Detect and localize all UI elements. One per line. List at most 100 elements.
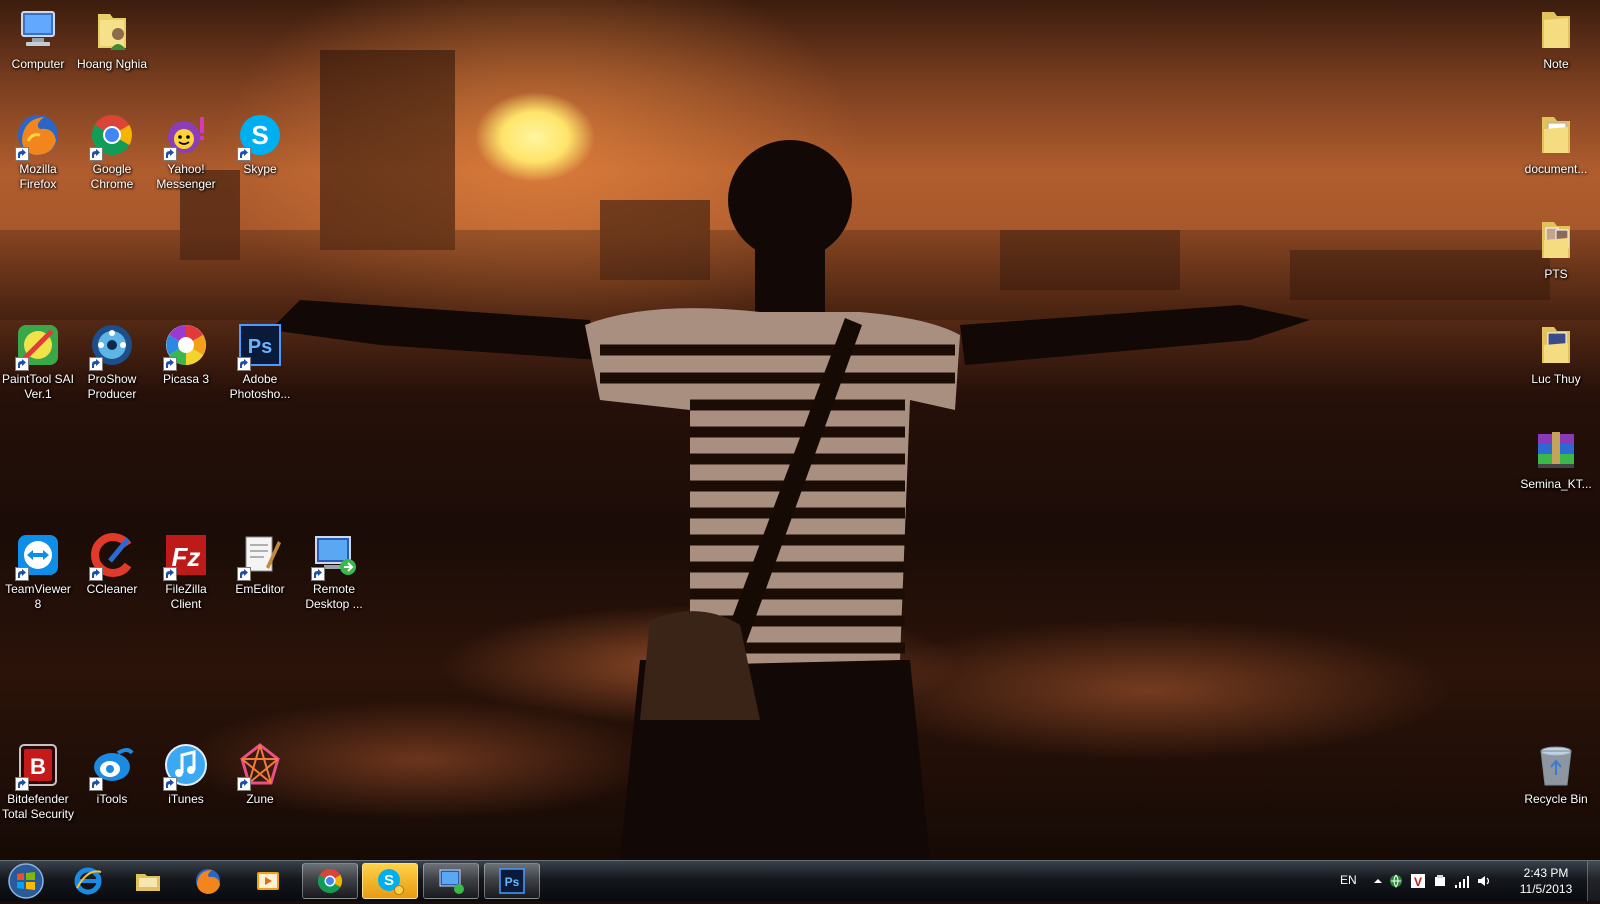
filezilla-label: FileZilla Client bbox=[165, 582, 207, 611]
taskbar-remote-desktop[interactable] bbox=[423, 863, 479, 899]
itunes-icon bbox=[161, 741, 211, 791]
filezilla-shortcut[interactable]: Fz FileZilla Client bbox=[148, 525, 224, 612]
safely-remove-hardware-icon[interactable] bbox=[1432, 873, 1448, 889]
shortcut-arrow-icon bbox=[237, 357, 251, 371]
video-folder-icon bbox=[1531, 321, 1581, 369]
recycle-bin[interactable]: Recycle Bin bbox=[1518, 735, 1594, 807]
painttool-sai-shortcut[interactable]: PaintTool SAI Ver.1 bbox=[0, 315, 76, 402]
semina-label: Semina_KT... bbox=[1520, 477, 1592, 491]
shortcut-arrow-icon bbox=[237, 777, 251, 791]
bitdefender-shortcut[interactable]: B Bitdefender Total Security bbox=[0, 735, 76, 822]
shortcut-arrow-icon bbox=[163, 567, 177, 581]
itools-shortcut[interactable]: iTools bbox=[74, 735, 150, 807]
ccleaner-icon bbox=[87, 531, 137, 581]
note-folder[interactable]: Note bbox=[1518, 0, 1594, 72]
yahoo-messenger-shortcut[interactable]: Yahoo! Messenger bbox=[148, 105, 224, 192]
emeditor-shortcut[interactable]: EmEditor bbox=[222, 525, 298, 597]
itools-icon bbox=[87, 741, 137, 791]
shortcut-arrow-icon bbox=[89, 777, 103, 791]
skype-icon: S bbox=[378, 869, 404, 895]
recycle-bin-label: Recycle Bin bbox=[1524, 792, 1588, 806]
show-desktop-button[interactable] bbox=[1587, 861, 1600, 901]
hoang-nghia-folder[interactable]: Hoang Nghia bbox=[74, 0, 150, 72]
svg-text:V: V bbox=[1414, 875, 1422, 889]
taskbar-firefox[interactable] bbox=[180, 863, 236, 899]
pts-folder[interactable]: PTS bbox=[1518, 210, 1594, 282]
start-button[interactable] bbox=[6, 863, 46, 899]
remote-desktop-shortcut[interactable]: Remote Desktop ... bbox=[296, 525, 372, 612]
itools-label: iTools bbox=[96, 792, 128, 806]
yahoo-messenger-label: Yahoo! Messenger bbox=[156, 162, 216, 191]
teamviewer-label: TeamViewer 8 bbox=[5, 582, 71, 611]
taskbar-skype[interactable]: S bbox=[362, 863, 418, 899]
firefox-shortcut[interactable]: Mozilla Firefox bbox=[0, 105, 76, 192]
volume-icon[interactable] bbox=[1476, 873, 1492, 889]
documents-label: document... bbox=[1524, 162, 1588, 176]
skype-shortcut[interactable]: S Skype bbox=[222, 105, 298, 177]
firefox-icon bbox=[13, 111, 63, 161]
language-indicator[interactable]: EN bbox=[1340, 873, 1357, 887]
chrome-shortcut[interactable]: Google Chrome bbox=[74, 105, 150, 192]
shortcut-arrow-icon bbox=[15, 567, 29, 581]
zune-label: Zune bbox=[246, 792, 274, 806]
documents-folder[interactable]: document... bbox=[1518, 105, 1594, 177]
proshow-producer-label: ProShow Producer bbox=[87, 372, 137, 401]
emeditor-label: EmEditor bbox=[235, 582, 285, 596]
computer-label: Computer bbox=[11, 57, 65, 71]
clock-time: 2:43 PM bbox=[1523, 866, 1569, 880]
shortcut-arrow-icon bbox=[237, 147, 251, 161]
shortcut-arrow-icon bbox=[163, 777, 177, 791]
picasa-shortcut[interactable]: Picasa 3 bbox=[148, 315, 224, 387]
folder-icon bbox=[1531, 6, 1581, 54]
shortcut-arrow-icon bbox=[163, 147, 177, 161]
photoshop-label: Adobe Photosho... bbox=[229, 372, 291, 401]
zune-icon bbox=[235, 741, 285, 791]
teamviewer-icon bbox=[13, 531, 63, 581]
taskbar-internet-explorer[interactable] bbox=[60, 863, 116, 899]
svg-text:S: S bbox=[384, 872, 394, 889]
recycle-bin-icon bbox=[1531, 741, 1581, 789]
svg-text:Ps: Ps bbox=[248, 336, 272, 358]
remote-desktop-icon bbox=[439, 869, 464, 894]
shortcut-arrow-icon bbox=[15, 777, 29, 791]
antivirus-v-icon[interactable]: V bbox=[1410, 873, 1426, 889]
taskbar: S Ps EN V 2:43 PM 11/5/2013 bbox=[0, 860, 1600, 901]
windows-explorer-icon bbox=[136, 874, 160, 891]
signal-strength-icon[interactable] bbox=[1454, 873, 1470, 889]
zune-shortcut[interactable]: Zune bbox=[222, 735, 298, 807]
shortcut-arrow-icon bbox=[89, 357, 103, 371]
itunes-shortcut[interactable]: iTunes bbox=[148, 735, 224, 807]
bitdefender-label: Bitdefender Total Security bbox=[1, 792, 75, 821]
chrome-icon bbox=[87, 111, 137, 161]
shortcut-arrow-icon bbox=[15, 357, 29, 371]
ccleaner-shortcut[interactable]: CCleaner bbox=[74, 525, 150, 597]
show-hidden-icons-icon[interactable] bbox=[1370, 873, 1386, 889]
photoshop-icon: Ps bbox=[235, 321, 285, 371]
bitdefender-icon: B bbox=[13, 741, 63, 791]
hoang-nghia-label: Hoang Nghia bbox=[76, 57, 148, 71]
media-player-icon bbox=[257, 872, 279, 890]
teamviewer-shortcut[interactable]: TeamViewer 8 bbox=[0, 525, 76, 612]
shortcut-arrow-icon bbox=[15, 147, 29, 161]
clock[interactable]: 2:43 PM 11/5/2013 bbox=[1506, 865, 1586, 897]
internet-explorer-icon bbox=[74, 867, 102, 895]
taskbar-windows-explorer[interactable] bbox=[120, 863, 176, 899]
luc-thuy-folder[interactable]: Luc Thuy bbox=[1518, 315, 1594, 387]
painttool-sai-icon bbox=[13, 321, 63, 371]
chrome-icon bbox=[317, 869, 343, 894]
taskbar-chrome[interactable] bbox=[302, 863, 358, 899]
photoshop-shortcut[interactable]: Ps Adobe Photosho... bbox=[222, 315, 298, 402]
svg-text:B: B bbox=[30, 754, 46, 779]
windows-logo-icon bbox=[8, 863, 44, 899]
svg-text:Ps: Ps bbox=[505, 875, 520, 889]
taskbar-media-player[interactable] bbox=[240, 863, 296, 899]
emeditor-icon bbox=[235, 531, 285, 581]
taskbar-photoshop[interactable]: Ps bbox=[484, 863, 540, 899]
semina-archive[interactable]: Semina_KT... bbox=[1518, 420, 1594, 492]
computer-shortcut[interactable]: Computer bbox=[0, 0, 76, 72]
proshow-producer-shortcut[interactable]: ProShow Producer bbox=[74, 315, 150, 402]
photoshop-icon: Ps bbox=[499, 868, 525, 894]
shortcut-arrow-icon bbox=[311, 567, 325, 581]
skype-icon: S bbox=[235, 111, 285, 161]
network-globe-icon[interactable] bbox=[1388, 873, 1404, 889]
